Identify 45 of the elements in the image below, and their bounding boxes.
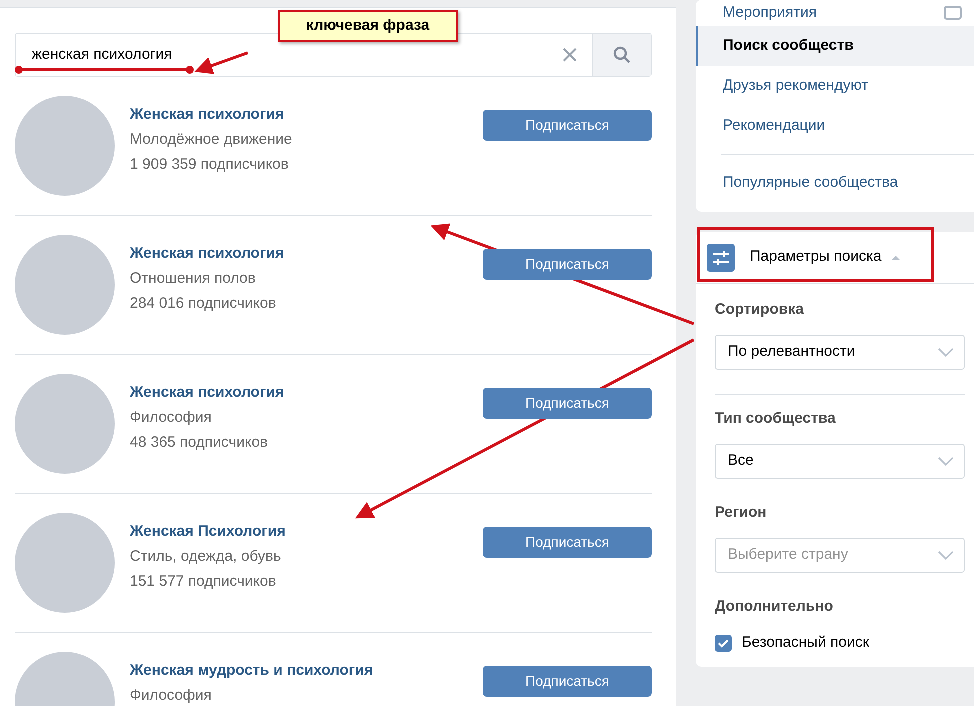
search-button[interactable] [592,34,651,76]
menu-item[interactable]: Рекомендации [696,106,974,146]
sliders-icon [707,244,735,272]
community-category: Философия [130,686,213,706]
check-icon [718,638,729,648]
close-icon [563,48,577,62]
calendar-icon [944,6,962,20]
section-label: Дополнительно [715,597,834,617]
community-name-link[interactable]: Женская мудрость и психология [130,658,483,683]
section-label: Сортировка [715,300,805,320]
menu-item[interactable]: Поиск сообществ [696,26,974,66]
dropdown[interactable]: По релевантности [715,335,965,370]
subscribe-button[interactable]: Подписаться [483,388,652,419]
chevron-icon [938,456,954,466]
community-name-link[interactable]: Женская психология [130,380,483,405]
community-name-link[interactable]: Женская Психология [130,519,483,544]
subscribe-button[interactable]: Подписаться [483,527,652,558]
subscribe-button[interactable]: Подписаться [483,666,652,697]
checkbox[interactable] [715,634,732,652]
section-label: Тип сообщества [715,409,837,429]
dropdown[interactable]: Все [715,444,965,479]
chevron-icon [938,550,954,560]
menu-item[interactable]: Мероприятия [696,0,974,26]
community-category: Философия [130,408,213,428]
subscriber-count: 1 909 359 подписчиков [130,155,290,175]
subscriber-count: 284 016 подписчиков [130,294,278,314]
chevron-icon [938,348,954,358]
annotation-arrow [194,52,248,74]
community-category: Отношения полов [130,269,257,289]
subscriber-count: 48 365 подписчиков [130,433,270,453]
subscribe-button[interactable]: Подписаться [483,110,652,141]
community-name-link[interactable]: Женская психология [130,241,483,266]
search-field[interactable]: женская психология [15,33,652,77]
subscriber-count: 151 577 подписчиков [130,572,278,592]
search-icon [613,46,631,64]
community-category: Стиль, одежда, обувь [130,547,282,567]
community-name-link[interactable]: Женская психология [130,102,483,127]
menu-item[interactable]: Друзья рекомендуют [696,66,974,106]
community-category: Молодёжное движение [130,130,294,150]
section-label: Регион [715,503,768,523]
checkbox-label: Безопасный поиск [742,633,870,653]
subscribe-button[interactable]: Подписаться [483,249,652,280]
search-params-toggle[interactable]: Параметры поиска [750,246,882,269]
menu-item[interactable]: Популярные сообщества [696,163,974,203]
callout-note: ключевая фраза [278,10,458,42]
